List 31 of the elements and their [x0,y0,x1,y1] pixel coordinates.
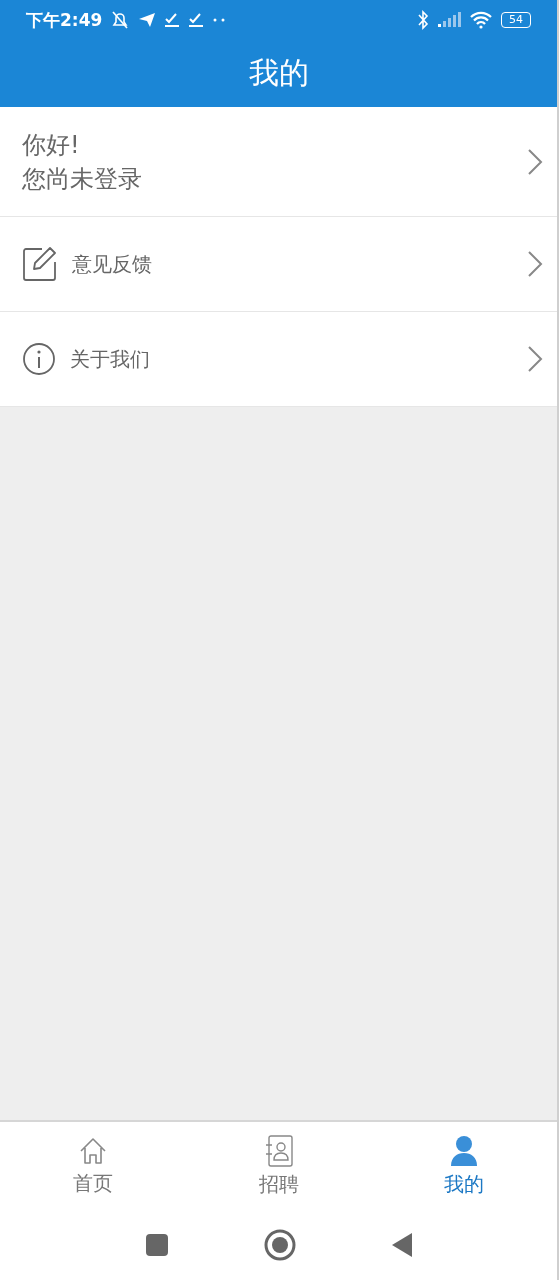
page-title: 我的 [248,54,309,92]
status-time: 下午2:49 [26,8,103,32]
wifi-icon [469,11,493,29]
person-icon [450,1134,479,1167]
check-icon [188,12,205,28]
menu-item[interactable]: 关于我们 [0,312,557,407]
tab[interactable]: 我的 [371,1122,557,1210]
contacts-icon [263,1134,294,1167]
check-icon [164,12,181,28]
tab[interactable]: 首页 [0,1122,186,1210]
chevron-right-icon [527,147,543,176]
chevron-right-icon [527,345,543,373]
bell-off-icon [110,10,131,30]
chevron-right-icon [527,250,543,278]
profile-row[interactable]: 你好! 您尚未登录 [0,107,557,217]
recents-icon[interactable] [144,1233,169,1257]
dots-icon [212,17,227,23]
menu-label: 关于我们 [70,345,151,373]
edit-icon [22,246,58,282]
battery-indicator: 54 [501,12,531,28]
bluetooth-icon [417,10,429,30]
login-status-text: 您尚未登录 [22,163,143,195]
send-icon [138,12,157,28]
tab[interactable]: 招聘 [185,1122,372,1210]
home-button-icon[interactable] [263,1229,296,1261]
menu-label: 意见反馈 [72,250,153,278]
back-icon[interactable] [390,1232,413,1258]
menu-item[interactable]: 意见反馈 [0,217,557,312]
signal-icon [437,12,461,28]
greeting-text: 你好! [22,129,81,161]
info-icon [22,342,56,376]
